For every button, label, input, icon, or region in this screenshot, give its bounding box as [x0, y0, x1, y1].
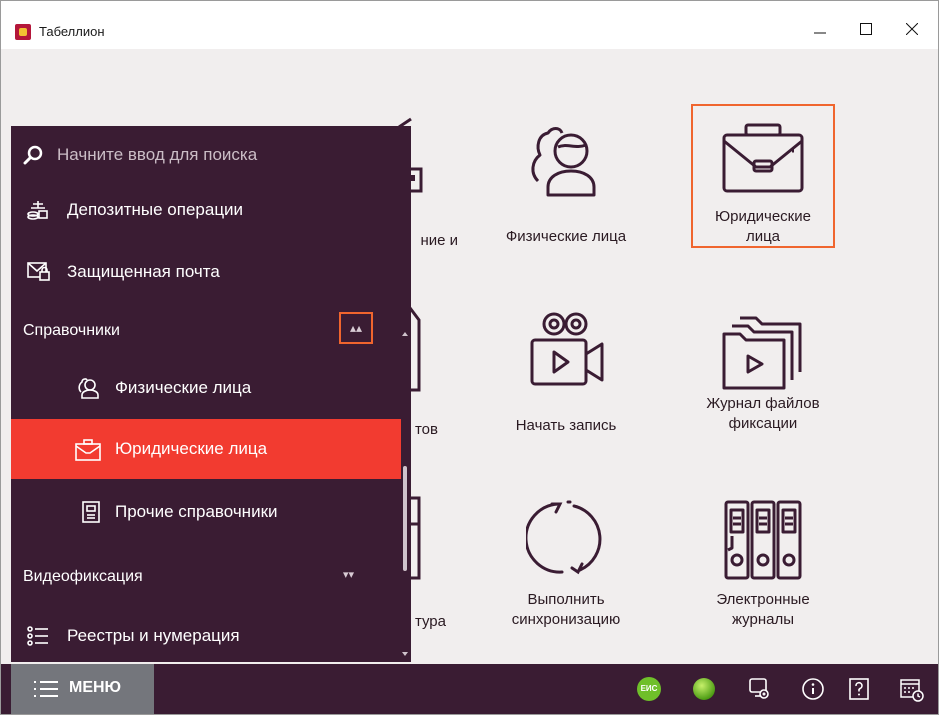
menu-label: МЕНЮ [69, 679, 122, 696]
sidebar-section-video-recording[interactable]: Видеофиксация ▾▾ [11, 554, 401, 604]
eis-badge-label: ЕИС [640, 684, 658, 693]
help-icon [849, 678, 869, 700]
status-indicator-icon [693, 678, 715, 700]
tile-legal-persons[interactable]: Юридические лица [688, 109, 838, 249]
sidebar-item-legal-persons[interactable]: Юридические лица [11, 419, 401, 479]
tile-recording-journal[interactable]: Журнал файлов фиксации [688, 304, 838, 449]
video-camera-icon [530, 312, 604, 386]
tile-synchronize-label-1: Выполнить [527, 591, 605, 608]
close-icon [906, 23, 918, 35]
bottom-toolbar: МЕНЮ ЕИС [1, 664, 938, 714]
sidebar-item-label: Прочие справочники [115, 502, 278, 521]
app-window: Табеллион ние и тов тура Физические лица… [0, 0, 939, 715]
window-title: Табеллион [39, 24, 105, 39]
person-icon [78, 378, 99, 399]
menu-button[interactable]: МЕНЮ [11, 664, 154, 714]
tile-recording-journal-label-1: Журнал файлов [706, 395, 820, 412]
remote-monitor-button[interactable] [747, 677, 771, 701]
minimize-button[interactable] [797, 11, 843, 47]
minimize-icon [814, 32, 826, 34]
info-icon [802, 678, 824, 700]
sidebar-item-other-directories[interactable]: Прочие справочники [11, 486, 401, 538]
document-icon [82, 501, 100, 523]
title-bar: Табеллион [1, 1, 938, 49]
calendar-button[interactable] [899, 677, 924, 702]
briefcase-icon [75, 439, 101, 461]
briefcase-icon [722, 123, 804, 193]
sidebar-item-label: Юридические лица [115, 439, 268, 458]
maximize-icon [860, 23, 872, 35]
tile-legal-persons-label-2: лица [745, 228, 781, 245]
collapse-chevrons-icon: ▴▴ [349, 321, 363, 335]
scrollbar-thumb[interactable] [403, 466, 407, 571]
tile-electronic-journals[interactable]: Электронные журналы [688, 494, 838, 639]
tile-synchronize-label-2: синхронизацию [511, 611, 621, 628]
scroll-up-icon [402, 332, 408, 336]
info-button[interactable] [801, 677, 825, 701]
connection-status-button[interactable] [692, 677, 716, 701]
monitor-settings-icon [749, 678, 769, 699]
sidebar-item-label: Физические лица [115, 378, 252, 397]
tile-natural-persons-label: Физические лица [505, 228, 627, 245]
close-button[interactable] [889, 11, 935, 47]
sidebar-item-label: Депозитные операции [67, 200, 244, 219]
sidebar-section-label: Видеофиксация [23, 568, 143, 585]
sidebar-item-deposit-operations[interactable]: Депозитные операции [11, 184, 401, 236]
search-icon [23, 145, 43, 165]
sidebar-item-label: Защищенная почта [67, 262, 220, 281]
deposit-icon [27, 201, 48, 220]
sync-icon [526, 500, 602, 575]
sidebar-item-natural-persons[interactable]: Физические лица [11, 362, 401, 414]
sidebar-item-label: Реестры и нумерация [67, 626, 240, 645]
sidebar-item-secure-mail[interactable]: Защищенная почта [11, 246, 401, 298]
binders-icon [724, 500, 802, 580]
expand-chevrons-icon[interactable]: ▾▾ [343, 568, 354, 581]
video-folder-icon [722, 316, 802, 390]
tile-start-recording[interactable]: Начать запись [491, 304, 641, 449]
people-icon [531, 127, 596, 197]
scroll-down-icon[interactable] [402, 651, 408, 657]
secure-mail-icon [27, 262, 50, 281]
tile-recording-journal-label-2: фиксации [728, 415, 798, 432]
sidebar-menu: Начните ввод для поиска Депозитные опера… [11, 126, 411, 662]
tile-natural-persons[interactable]: Физические лица [491, 109, 641, 254]
tile-legal-persons-label-1: Юридические [715, 208, 811, 225]
maximize-button[interactable] [843, 11, 889, 47]
app-logo-icon [15, 24, 31, 40]
sidebar-section-label: Справочники [23, 322, 120, 339]
calendar-clock-icon [900, 679, 924, 702]
eis-status-button[interactable]: ЕИС [637, 677, 661, 701]
tile-start-recording-label: Начать запись [515, 417, 617, 434]
list-icon [27, 626, 48, 646]
tile-electronic-journals-label-2: журналы [731, 611, 795, 628]
sidebar-scrollbar[interactable] [402, 331, 408, 576]
tile-electronic-journals-label-1: Электронные [716, 591, 810, 608]
collapse-section-button[interactable]: ▴▴ [339, 312, 373, 344]
hamburger-icon [34, 681, 58, 697]
search-bar[interactable]: Начните ввод для поиска [11, 126, 401, 184]
help-button[interactable] [847, 677, 871, 701]
tile-synchronize[interactable]: Выполнить синхронизацию [491, 494, 641, 639]
sidebar-item-registers-numbering[interactable]: Реестры и нумерация [11, 610, 401, 662]
search-input-placeholder: Начните ввод для поиска [57, 145, 258, 164]
